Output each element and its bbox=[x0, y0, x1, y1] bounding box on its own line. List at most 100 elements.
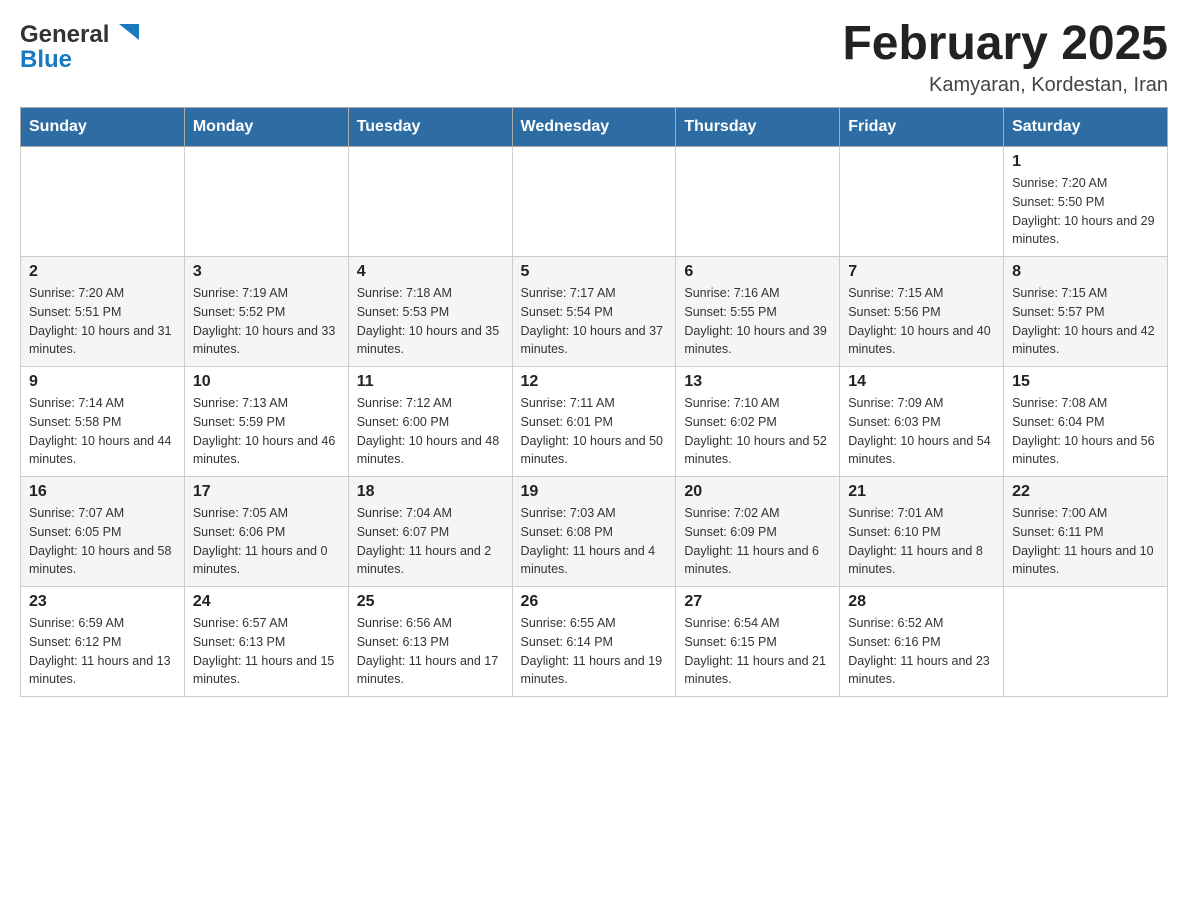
calendar-cell: 19 Sunrise: 7:03 AMSunset: 6:08 PMDayligh… bbox=[512, 477, 676, 587]
day-info: Sunrise: 7:03 AMSunset: 6:08 PMDaylight:… bbox=[521, 504, 668, 579]
day-number: 8 bbox=[1012, 263, 1159, 281]
calendar-cell bbox=[512, 147, 676, 257]
day-info: Sunrise: 6:54 AMSunset: 6:15 PMDaylight:… bbox=[684, 614, 831, 689]
calendar-table: SundayMondayTuesdayWednesdayThursdayFrid… bbox=[20, 107, 1168, 697]
calendar-cell: 8 Sunrise: 7:15 AMSunset: 5:57 PMDaylight… bbox=[1004, 257, 1168, 367]
day-info: Sunrise: 6:57 AMSunset: 6:13 PMDaylight:… bbox=[193, 614, 340, 689]
day-number: 17 bbox=[193, 483, 340, 501]
day-number: 10 bbox=[193, 373, 340, 391]
calendar-header-row: SundayMondayTuesdayWednesdayThursdayFrid… bbox=[21, 108, 1168, 147]
logo-general-text: General bbox=[20, 21, 109, 49]
calendar-cell: 27 Sunrise: 6:54 AMSunset: 6:15 PMDayligh… bbox=[676, 587, 840, 697]
logo-icon bbox=[111, 20, 141, 50]
day-number: 13 bbox=[684, 373, 831, 391]
calendar-cell: 20 Sunrise: 7:02 AMSunset: 6:09 PMDayligh… bbox=[676, 477, 840, 587]
day-number: 26 bbox=[521, 593, 668, 611]
week-row-1: 1Sunrise: 7:20 AMSunset: 5:50 PMDaylight… bbox=[21, 147, 1168, 257]
header-thursday: Thursday bbox=[676, 108, 840, 147]
day-info: Sunrise: 7:11 AMSunset: 6:01 PMDaylight:… bbox=[521, 394, 668, 469]
calendar-cell: 15 Sunrise: 7:08 AMSunset: 6:04 PMDayligh… bbox=[1004, 367, 1168, 477]
day-info: Sunrise: 7:19 AMSunset: 5:52 PMDaylight:… bbox=[193, 284, 340, 359]
calendar-cell bbox=[21, 147, 185, 257]
day-number: 11 bbox=[357, 373, 504, 391]
day-info: Sunrise: 6:56 AMSunset: 6:13 PMDaylight:… bbox=[357, 614, 504, 689]
calendar-cell: 12 Sunrise: 7:11 AMSunset: 6:01 PMDayligh… bbox=[512, 367, 676, 477]
calendar-cell bbox=[184, 147, 348, 257]
day-info: Sunrise: 7:13 AMSunset: 5:59 PMDaylight:… bbox=[193, 394, 340, 469]
day-info: Sunrise: 7:20 AMSunset: 5:50 PMDaylight:… bbox=[1012, 174, 1159, 249]
day-info: Sunrise: 7:02 AMSunset: 6:09 PMDaylight:… bbox=[684, 504, 831, 579]
calendar-cell: 25Sunrise: 6:56 AMSunset: 6:13 PMDayligh… bbox=[348, 587, 512, 697]
day-number: 15 bbox=[1012, 373, 1159, 391]
day-number: 4 bbox=[357, 263, 504, 281]
day-info: Sunrise: 7:17 AMSunset: 5:54 PMDaylight:… bbox=[521, 284, 668, 359]
day-info: Sunrise: 7:15 AMSunset: 5:57 PMDaylight:… bbox=[1012, 284, 1159, 359]
header-monday: Monday bbox=[184, 108, 348, 147]
day-info: Sunrise: 7:16 AMSunset: 5:55 PMDaylight:… bbox=[684, 284, 831, 359]
day-number: 22 bbox=[1012, 483, 1159, 501]
calendar-cell bbox=[348, 147, 512, 257]
calendar-cell: 28 Sunrise: 6:52 AMSunset: 6:16 PMDayligh… bbox=[840, 587, 1004, 697]
calendar-cell: 2Sunrise: 7:20 AMSunset: 5:51 PMDaylight… bbox=[21, 257, 185, 367]
day-number: 16 bbox=[29, 483, 176, 501]
day-number: 6 bbox=[684, 263, 831, 281]
calendar-cell: 18 Sunrise: 7:04 AMSunset: 6:07 PMDayligh… bbox=[348, 477, 512, 587]
day-info: Sunrise: 7:09 AMSunset: 6:03 PMDaylight:… bbox=[848, 394, 995, 469]
calendar-cell: 14 Sunrise: 7:09 AMSunset: 6:03 PMDayligh… bbox=[840, 367, 1004, 477]
calendar-cell: 17 Sunrise: 7:05 AMSunset: 6:06 PMDayligh… bbox=[184, 477, 348, 587]
day-number: 23 bbox=[29, 593, 176, 611]
calendar-cell: 16Sunrise: 7:07 AMSunset: 6:05 PMDayligh… bbox=[21, 477, 185, 587]
day-number: 21 bbox=[848, 483, 995, 501]
day-info: Sunrise: 7:01 AMSunset: 6:10 PMDaylight:… bbox=[848, 504, 995, 579]
title-section: February 2025 Kamyaran, Kordestan, Iran bbox=[842, 20, 1168, 97]
day-number: 28 bbox=[848, 593, 995, 611]
day-info: Sunrise: 7:04 AMSunset: 6:07 PMDaylight:… bbox=[357, 504, 504, 579]
day-info: Sunrise: 7:12 AMSunset: 6:00 PMDaylight:… bbox=[357, 394, 504, 469]
day-info: Sunrise: 7:05 AMSunset: 6:06 PMDaylight:… bbox=[193, 504, 340, 579]
calendar-cell bbox=[1004, 587, 1168, 697]
day-number: 5 bbox=[521, 263, 668, 281]
day-number: 12 bbox=[521, 373, 668, 391]
page-header: General Blue February 2025 Kamyaran, Kor… bbox=[20, 20, 1168, 97]
header-wednesday: Wednesday bbox=[512, 108, 676, 147]
header-sunday: Sunday bbox=[21, 108, 185, 147]
day-info: Sunrise: 7:00 AMSunset: 6:11 PMDaylight:… bbox=[1012, 504, 1159, 579]
day-number: 18 bbox=[357, 483, 504, 501]
week-row-5: 23 Sunrise: 6:59 AMSunset: 6:12 PMDayligh… bbox=[21, 587, 1168, 697]
day-info: Sunrise: 7:10 AMSunset: 6:02 PMDaylight:… bbox=[684, 394, 831, 469]
header-friday: Friday bbox=[840, 108, 1004, 147]
day-number: 24 bbox=[193, 593, 340, 611]
day-number: 20 bbox=[684, 483, 831, 501]
day-info: Sunrise: 6:52 AMSunset: 6:16 PMDaylight:… bbox=[848, 614, 995, 689]
day-info: Sunrise: 7:20 AMSunset: 5:51 PMDaylight:… bbox=[29, 284, 176, 359]
calendar-cell: 23 Sunrise: 6:59 AMSunset: 6:12 PMDayligh… bbox=[21, 587, 185, 697]
calendar-cell bbox=[676, 147, 840, 257]
calendar-cell: 26 Sunrise: 6:55 AMSunset: 6:14 PMDayligh… bbox=[512, 587, 676, 697]
calendar-cell: 7Sunrise: 7:15 AMSunset: 5:56 PMDaylight… bbox=[840, 257, 1004, 367]
day-info: Sunrise: 6:59 AMSunset: 6:12 PMDaylight:… bbox=[29, 614, 176, 689]
day-number: 27 bbox=[684, 593, 831, 611]
calendar-cell: 3Sunrise: 7:19 AMSunset: 5:52 PMDaylight… bbox=[184, 257, 348, 367]
location-title: Kamyaran, Kordestan, Iran bbox=[842, 74, 1168, 97]
day-info: Sunrise: 7:15 AMSunset: 5:56 PMDaylight:… bbox=[848, 284, 995, 359]
day-number: 19 bbox=[521, 483, 668, 501]
calendar-cell: 22 Sunrise: 7:00 AMSunset: 6:11 PMDayligh… bbox=[1004, 477, 1168, 587]
calendar-cell: 21 Sunrise: 7:01 AMSunset: 6:10 PMDayligh… bbox=[840, 477, 1004, 587]
calendar-cell: 13 Sunrise: 7:10 AMSunset: 6:02 PMDayligh… bbox=[676, 367, 840, 477]
day-info: Sunrise: 7:08 AMSunset: 6:04 PMDaylight:… bbox=[1012, 394, 1159, 469]
calendar-cell: 6 Sunrise: 7:16 AMSunset: 5:55 PMDaylight… bbox=[676, 257, 840, 367]
calendar-cell: 11 Sunrise: 7:12 AMSunset: 6:00 PMDayligh… bbox=[348, 367, 512, 477]
calendar-cell: 4 Sunrise: 7:18 AMSunset: 5:53 PMDaylight… bbox=[348, 257, 512, 367]
calendar-cell: 5 Sunrise: 7:17 AMSunset: 5:54 PMDaylight… bbox=[512, 257, 676, 367]
calendar-cell: 24 Sunrise: 6:57 AMSunset: 6:13 PMDayligh… bbox=[184, 587, 348, 697]
logo: General Blue bbox=[20, 20, 141, 74]
calendar-cell: 9Sunrise: 7:14 AMSunset: 5:58 PMDaylight… bbox=[21, 367, 185, 477]
day-info: Sunrise: 6:55 AMSunset: 6:14 PMDaylight:… bbox=[521, 614, 668, 689]
week-row-3: 9Sunrise: 7:14 AMSunset: 5:58 PMDaylight… bbox=[21, 367, 1168, 477]
header-tuesday: Tuesday bbox=[348, 108, 512, 147]
month-title: February 2025 bbox=[842, 20, 1168, 68]
calendar-cell: 1Sunrise: 7:20 AMSunset: 5:50 PMDaylight… bbox=[1004, 147, 1168, 257]
header-saturday: Saturday bbox=[1004, 108, 1168, 147]
day-number: 14 bbox=[848, 373, 995, 391]
day-info: Sunrise: 7:18 AMSunset: 5:53 PMDaylight:… bbox=[357, 284, 504, 359]
